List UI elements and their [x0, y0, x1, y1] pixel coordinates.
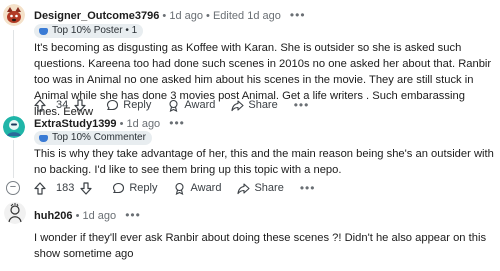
comment: ExtraStudy1399 • 1d ago ••• Top 10% Comm…: [0, 113, 500, 198]
reply-label: Reply: [129, 182, 158, 194]
user-flair: Top 10% Poster • 1: [34, 24, 144, 38]
username-link[interactable]: ExtraStudy1399: [34, 118, 117, 130]
more-options-icon[interactable]: •••: [290, 8, 306, 22]
reply-icon: [113, 182, 125, 193]
downvote-icon[interactable]: [80, 181, 92, 195]
share-icon: [231, 99, 244, 111]
flair-label: Top 10% Poster • 1: [52, 25, 138, 36]
downvote-icon[interactable]: [74, 98, 86, 112]
comment: Designer_Outcome3796 • 1d ago • Edited 1…: [0, 0, 500, 120]
avatar[interactable]: [4, 202, 26, 224]
upvote-icon[interactable]: [34, 98, 46, 112]
username-link[interactable]: Designer_Outcome3796: [34, 10, 159, 22]
vote-count: 183: [56, 182, 75, 194]
more-options-icon[interactable]: •••: [125, 208, 141, 222]
share-icon: [237, 182, 251, 194]
edited-label: Edited 1d ago: [212, 10, 281, 22]
share-label: Share: [248, 99, 278, 111]
timestamp[interactable]: 1d ago: [127, 118, 161, 130]
flair-badge-icon: [39, 134, 48, 142]
username-link[interactable]: huh206: [34, 210, 73, 222]
comment-actions: 34 Reply Award Share •••: [34, 97, 309, 113]
vote-group: 34: [34, 98, 90, 112]
reply-label: Reply: [123, 99, 152, 111]
comment-body: This is why they take advantage of her, …: [34, 148, 494, 176]
award-button[interactable]: Award: [167, 99, 215, 112]
award-label: Award: [184, 99, 216, 111]
award-label: Award: [190, 182, 222, 194]
separator: •: [75, 210, 80, 222]
more-options-icon[interactable]: •••: [294, 98, 310, 112]
reply-button[interactable]: Reply: [112, 182, 157, 195]
comment-body: I wonder if they'll ever ask Ranbir abou…: [34, 232, 487, 260]
reply-button[interactable]: Reply: [106, 99, 151, 112]
vote-count: 34: [56, 99, 69, 111]
comment-header: ExtraStudy1399 • 1d ago •••: [34, 117, 185, 131]
award-icon: [175, 182, 185, 195]
user-flair: Top 10% Commenter: [34, 131, 152, 145]
comment: huh206 • 1d ago ••• I wonder if they'll …: [0, 200, 500, 271]
avatar[interactable]: [3, 4, 25, 26]
avatar-image: [3, 4, 25, 26]
flair-label: Top 10% Commenter: [52, 132, 146, 143]
collapse-thread-button[interactable]: −: [6, 181, 20, 195]
share-button[interactable]: Share: [237, 182, 284, 195]
share-label: Share: [254, 182, 284, 194]
more-options-icon[interactable]: •••: [169, 116, 185, 130]
vote-group: 183: [34, 181, 96, 195]
comment-header: Designer_Outcome3796 • 1d ago • Edited 1…: [34, 9, 306, 23]
avatar-image: [3, 116, 25, 138]
upvote-icon[interactable]: [34, 181, 46, 195]
comment-header: huh206 • 1d ago •••: [34, 209, 141, 223]
award-icon: [169, 99, 178, 112]
timestamp[interactable]: 1d ago: [169, 10, 203, 22]
timestamp[interactable]: 1d ago: [83, 210, 117, 222]
comment-actions: 183 Reply Award Share •••: [34, 180, 315, 196]
share-button[interactable]: Share: [231, 99, 278, 112]
reply-icon: [107, 99, 119, 110]
more-options-icon[interactable]: •••: [300, 181, 316, 195]
separator: •: [119, 118, 124, 130]
flair-badge-icon: [39, 27, 48, 35]
award-button[interactable]: Award: [173, 182, 221, 195]
avatar[interactable]: [3, 116, 25, 138]
separator: •: [162, 10, 167, 22]
separator: •: [206, 10, 210, 22]
avatar-image: [4, 202, 26, 224]
